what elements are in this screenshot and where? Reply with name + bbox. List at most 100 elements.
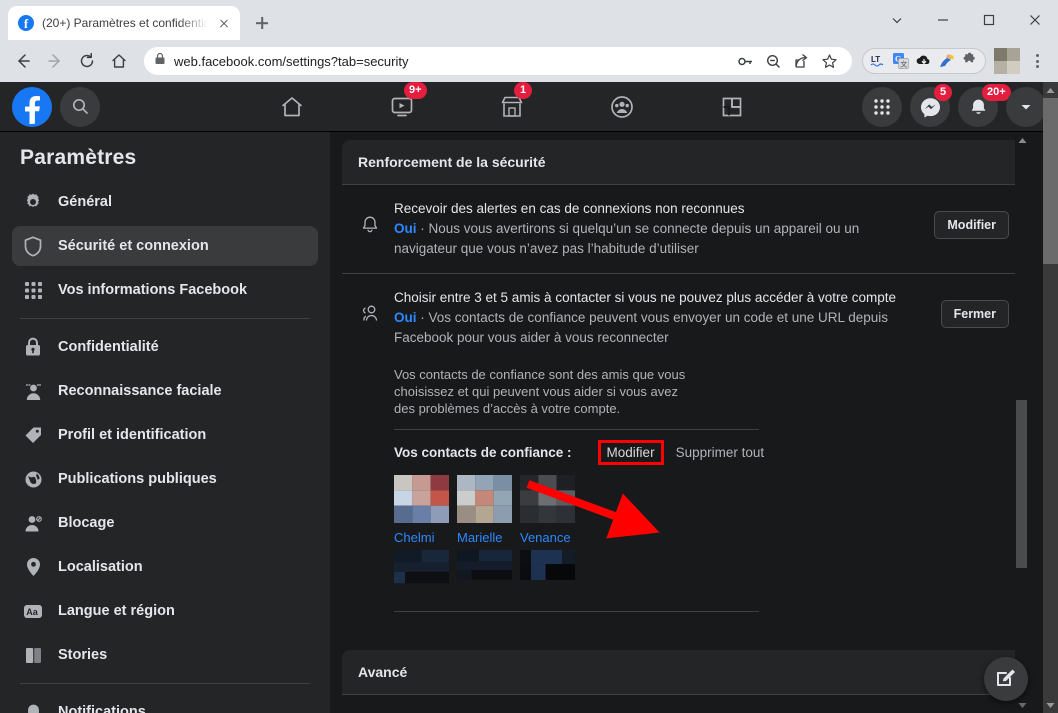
- sidebar-item-location[interactable]: Localisation: [12, 547, 318, 587]
- badge-messenger: 5: [934, 84, 952, 101]
- security-card: Renforcement de la sécurité Recevoir des…: [342, 140, 1025, 632]
- google-translate-icon[interactable]: G文: [891, 51, 911, 71]
- svg-text:Aa: Aa: [26, 607, 38, 617]
- tag-icon: [22, 424, 44, 446]
- close-trusted-contacts-button[interactable]: Fermer: [940, 300, 1009, 328]
- nav-tab-marketplace[interactable]: 1: [488, 82, 536, 130]
- scroll-down-icon[interactable]: [1043, 697, 1058, 713]
- avatar: [520, 475, 575, 523]
- messenger-icon[interactable]: 5: [910, 84, 952, 127]
- sidebar-item-profile-tagging[interactable]: Profil et identification: [12, 415, 318, 455]
- edit-login-alerts-button[interactable]: Modifier: [934, 211, 1009, 239]
- list-item[interactable]: Chelmi: [394, 475, 449, 593]
- download-cloud-icon[interactable]: [914, 51, 934, 71]
- bell-icon: [358, 213, 382, 237]
- content-scrollbar[interactable]: [1015, 132, 1028, 713]
- globe-icon: [22, 468, 44, 490]
- row-description-text: Vos contacts de confiance peuvent vous e…: [394, 310, 889, 345]
- sidebar-item-label: Confidentialité: [58, 339, 159, 355]
- chevron-down-icon[interactable]: [1006, 87, 1046, 127]
- grid-dots-icon[interactable]: [862, 87, 902, 127]
- sidebar-item-label: Localisation: [58, 559, 143, 575]
- close-icon[interactable]: [216, 15, 232, 31]
- sidebar-item-label: Reconnaissance faciale: [58, 383, 222, 399]
- languagetool-icon[interactable]: LT: [868, 51, 888, 71]
- bookmark-star-icon[interactable]: [816, 48, 842, 74]
- scroll-down-icon[interactable]: [1015, 697, 1030, 713]
- advanced-card-heading: Avancé: [358, 664, 408, 680]
- list-item[interactable]: Venance: [520, 475, 575, 593]
- new-tab-button[interactable]: [248, 9, 276, 37]
- facebook-icon: f: [18, 15, 34, 31]
- sidebar-item-language-region[interactable]: Aa Langue et région: [12, 591, 318, 631]
- sidebar-item-your-information[interactable]: Vos informations Facebook: [12, 270, 318, 310]
- kebab-menu-icon[interactable]: [1024, 48, 1050, 74]
- nav-tab-home[interactable]: [268, 84, 316, 130]
- sidebar-item-blocking[interactable]: Blocage: [12, 503, 318, 543]
- sidebar-item-label: Notifications: [58, 704, 146, 713]
- search-icon[interactable]: [60, 86, 100, 127]
- nav-tab-watch[interactable]: 9+: [378, 82, 427, 130]
- row-body: Recevoir des alertes en cas de connexion…: [394, 199, 922, 259]
- sidebar-item-privacy[interactable]: Confidentialité: [12, 327, 318, 367]
- puzzle-piece-icon[interactable]: [960, 51, 980, 71]
- share-icon[interactable]: [788, 48, 814, 74]
- delete-all-trusted-contacts-link[interactable]: Supprimer tout: [670, 443, 771, 462]
- edit-trusted-contacts-link[interactable]: Modifier: [597, 440, 664, 465]
- scroll-up-icon[interactable]: [1015, 132, 1030, 148]
- profile-avatar[interactable]: [994, 48, 1020, 74]
- bitmoji-icon[interactable]: [937, 51, 957, 71]
- home-icon[interactable]: [104, 46, 134, 76]
- row-title: E-mails de notification chiffrés: [394, 709, 922, 713]
- divider: [394, 429, 759, 430]
- facebook-nav-tabs: 9+ 1: [268, 82, 756, 132]
- compose-edit-icon: [995, 666, 1017, 693]
- compose-fab-button[interactable]: [984, 657, 1028, 701]
- facebook-logo[interactable]: [12, 86, 52, 127]
- chevron-down-icon[interactable]: [874, 0, 920, 40]
- minimize-icon[interactable]: [920, 0, 966, 40]
- face-icon: [22, 380, 44, 402]
- avatar: [394, 475, 449, 523]
- browser-tab[interactable]: f (20+) Paramètres et confidentialité: [8, 6, 240, 40]
- forward-arrow-icon[interactable]: [40, 46, 70, 76]
- sidebar-item-public-posts[interactable]: Publications publiques: [12, 459, 318, 499]
- close-icon[interactable]: [1012, 0, 1058, 40]
- bell-icon[interactable]: 20+: [958, 84, 1011, 127]
- reload-icon[interactable]: [72, 46, 102, 76]
- trusted-contacts-panel: Vos contacts de confiance sont des amis …: [342, 362, 1025, 632]
- sidebar-item-label: Langue et région: [58, 603, 175, 619]
- badge-watch: 9+: [404, 82, 427, 99]
- nav-tab-groups[interactable]: [598, 84, 646, 130]
- zoom-out-icon[interactable]: [760, 48, 786, 74]
- key-icon[interactable]: [732, 48, 758, 74]
- people-icon: [358, 302, 382, 326]
- sidebar-item-notifications[interactable]: Notifications: [12, 692, 318, 713]
- scroll-up-icon[interactable]: [1043, 82, 1058, 98]
- sidebar-item-label: Général: [58, 194, 112, 210]
- sidebar-item-label: Sécurité et connexion: [58, 238, 209, 254]
- shield-icon: [22, 235, 44, 257]
- sidebar-item-stories[interactable]: Stories: [12, 635, 318, 675]
- nav-tab-gaming[interactable]: [708, 84, 756, 130]
- scrollbar-thumb[interactable]: [1043, 98, 1058, 264]
- row-description: Oui · Vos contacts de confiance peuvent …: [394, 308, 929, 348]
- address-bar[interactable]: web.facebook.com/settings?tab=security: [144, 47, 852, 75]
- back-arrow-icon[interactable]: [8, 46, 38, 76]
- maximize-icon[interactable]: [966, 0, 1012, 40]
- svg-text:文: 文: [900, 59, 907, 68]
- sidebar-item-label: Stories: [58, 647, 108, 663]
- list-item[interactable]: Marielle: [457, 475, 512, 593]
- security-row-trusted-contacts: Choisir entre 3 et 5 amis à contacter si…: [342, 274, 1025, 362]
- tab-title: (20+) Paramètres et confidentialité: [42, 16, 208, 30]
- advanced-card: Avancé E-mails de notification chiffrés …: [342, 650, 1025, 713]
- page-title: Paramètres: [20, 146, 137, 169]
- browser-scrollbar[interactable]: [1043, 82, 1058, 713]
- scrollbar-thumb[interactable]: [1016, 400, 1027, 568]
- contact-name: Chelmi: [394, 530, 435, 545]
- sidebar-item-general[interactable]: Général: [12, 182, 318, 222]
- row-description-text: Nous vous avertirons si quelqu’un se con…: [394, 221, 860, 256]
- status-value: Oui: [394, 310, 417, 325]
- sidebar-item-security[interactable]: Sécurité et connexion: [12, 226, 318, 266]
- sidebar-item-face-recognition[interactable]: Reconnaissance faciale: [12, 371, 318, 411]
